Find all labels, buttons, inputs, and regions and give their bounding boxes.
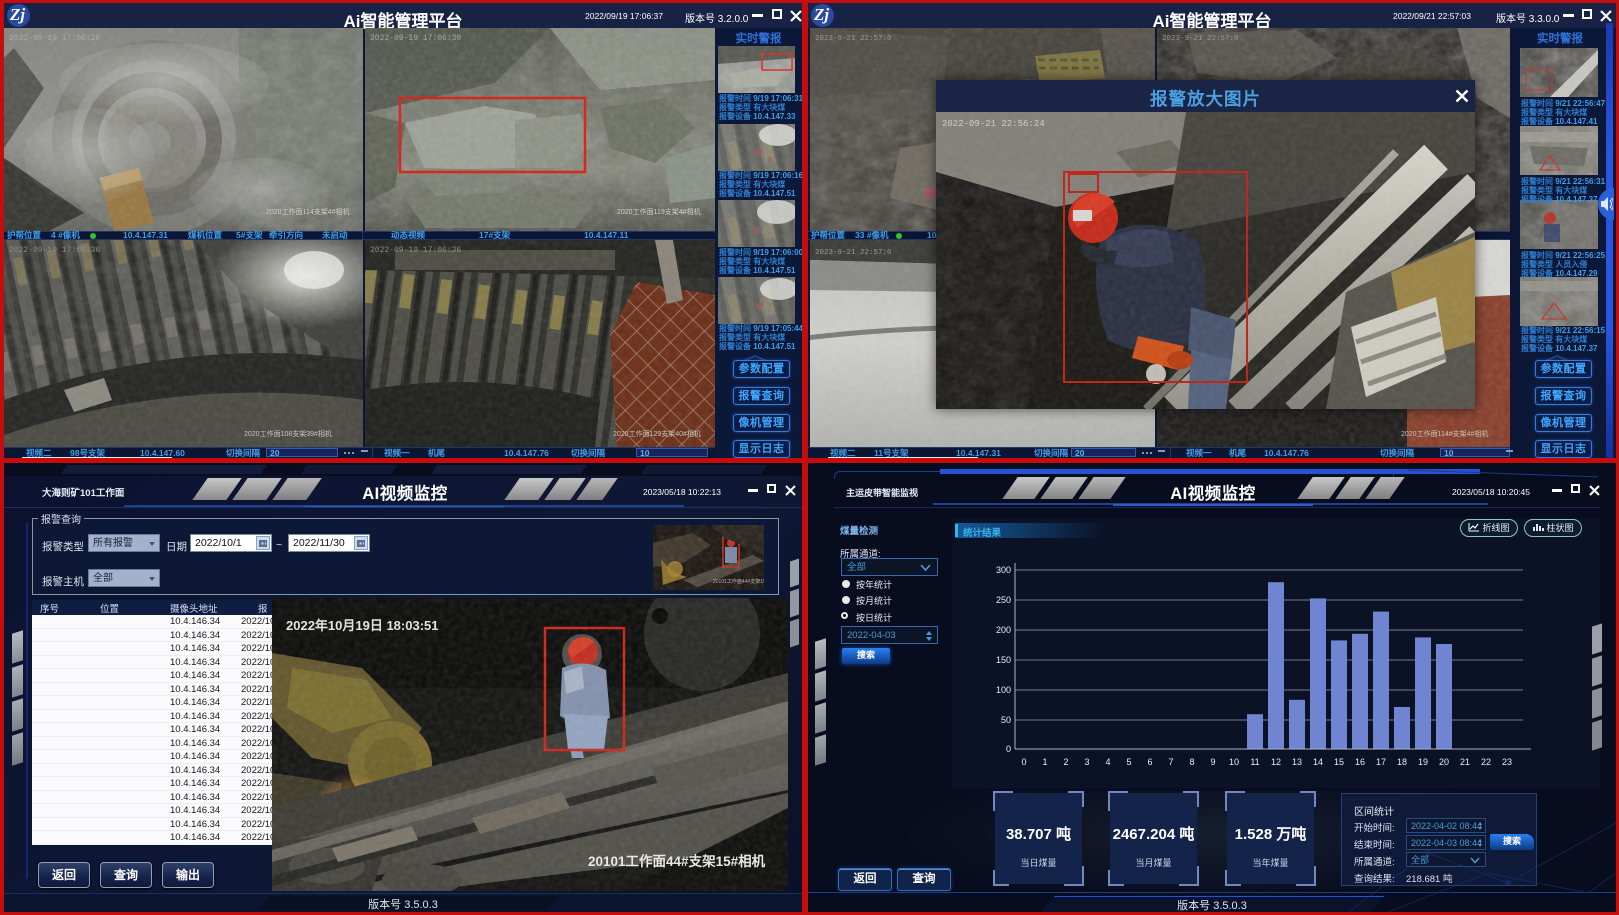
svg-text:2022-09-21 22:56:24: 2022-09-21 22:56:24	[942, 119, 1045, 129]
svg-text:3: 3	[1084, 757, 1089, 767]
svg-text:50: 50	[1001, 715, 1011, 725]
svg-text:7: 7	[1168, 757, 1173, 767]
svg-text:2022年10月19日 18:03:51: 2022年10月19日 18:03:51	[286, 618, 439, 633]
svg-text:6: 6	[1147, 757, 1152, 767]
svg-text:2: 2	[1063, 757, 1068, 767]
svg-text:2020工作面114支架4#相机: 2020工作面114支架4#相机	[266, 207, 350, 216]
svg-text:4: 4	[1105, 757, 1110, 767]
svg-text:14: 14	[1313, 757, 1323, 767]
svg-text:2020工作面119支架4#相机: 2020工作面119支架4#相机	[617, 207, 701, 216]
svg-text:100: 100	[996, 685, 1011, 695]
svg-text:8: 8	[1189, 757, 1194, 767]
svg-text:2022-09-19 17:06:26: 2022-09-19 17:06:26	[9, 34, 100, 43]
svg-text:13: 13	[1292, 757, 1302, 767]
svg-text:20101工作面44#支架15#相机: 20101工作面44#支架15#相机	[713, 578, 764, 585]
svg-text:17: 17	[1376, 757, 1386, 767]
svg-text:1: 1	[1042, 757, 1047, 767]
svg-text:150: 150	[996, 655, 1011, 665]
svg-text:22: 22	[1481, 757, 1491, 767]
svg-text:250: 250	[996, 595, 1011, 605]
svg-text:2020工作面108支架39#相机: 2020工作面108支架39#相机	[244, 429, 332, 438]
svg-text:2020工作面114#支架4#相机: 2020工作面114#支架4#相机	[1401, 429, 1488, 438]
svg-text:300: 300	[996, 565, 1011, 575]
svg-text:21: 21	[1460, 757, 1470, 767]
svg-text:2020工作面129支架40#相机: 2020工作面129支架40#相机	[613, 429, 701, 438]
svg-text:11: 11	[1250, 757, 1259, 767]
svg-text:5: 5	[1126, 757, 1131, 767]
svg-text:20101工作面44#支架15#相机: 20101工作面44#支架15#相机	[588, 853, 766, 869]
svg-text:2022-09-19 17:06:30: 2022-09-19 17:06:30	[370, 34, 461, 43]
svg-text:2022-09-19 17:06:36: 2022-09-19 17:06:36	[370, 246, 461, 255]
svg-text:2023-9-21 22:57:0: 2023-9-21 22:57:0	[815, 249, 892, 257]
svg-text:19: 19	[1418, 757, 1428, 767]
svg-text:9: 9	[1210, 757, 1215, 767]
svg-text:23: 23	[1502, 757, 1512, 767]
svg-text:200: 200	[996, 625, 1011, 635]
svg-text:15: 15	[1334, 757, 1344, 767]
svg-text:0: 0	[1021, 757, 1026, 767]
svg-text:12: 12	[1271, 757, 1281, 767]
svg-text:18: 18	[1397, 757, 1407, 767]
svg-text:2023-9-21 22:57:0: 2023-9-21 22:57:0	[1162, 35, 1239, 43]
svg-text:2022-09-19 17:06:36: 2022-09-19 17:06:36	[9, 246, 100, 255]
svg-text:20: 20	[1439, 757, 1449, 767]
svg-text:0: 0	[1006, 744, 1011, 754]
svg-text:10: 10	[1229, 757, 1239, 767]
svg-text:16: 16	[1355, 757, 1365, 767]
svg-text:2023-9-21 22:57:0: 2023-9-21 22:57:0	[815, 35, 892, 43]
